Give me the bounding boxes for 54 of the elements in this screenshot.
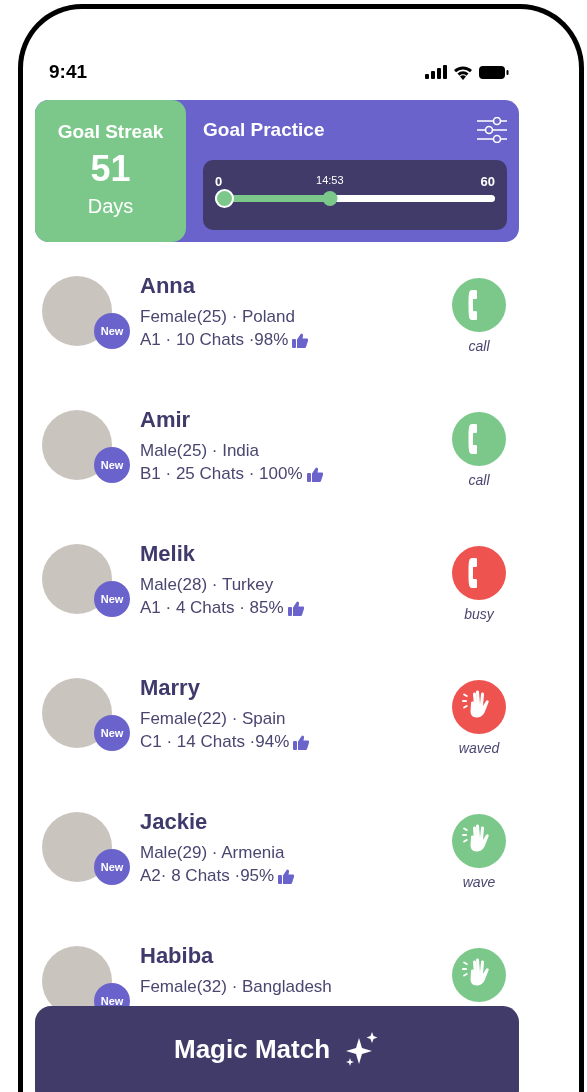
user-name[interactable]: Amir [140, 406, 439, 434]
action-label: wave [462, 873, 496, 892]
user-info: Female(32) · Bangladesh [140, 976, 333, 998]
user-stats: A1 · 10 Chats ·98% [140, 329, 289, 351]
wifi-icon [453, 64, 473, 80]
user-stats: A2· 8 Chats ·95% [140, 865, 275, 887]
user-name[interactable]: Anna [140, 272, 439, 300]
user-stats: B1 · 25 Chats · 100% [140, 463, 303, 485]
goal-practice-title: Goal Practice [203, 117, 325, 142]
new-badge: New [94, 447, 130, 483]
new-badge: New [94, 581, 130, 617]
slider-track[interactable] [215, 189, 495, 208]
user-name[interactable]: Marry [140, 674, 439, 702]
phone-icon[interactable] [452, 546, 506, 600]
action-label: call [468, 471, 490, 490]
thumbs-up-icon [278, 868, 295, 884]
user-info: Male(29) · Armenia [140, 842, 286, 864]
phone-icon[interactable] [452, 278, 506, 332]
slider-max: 60 [480, 173, 495, 191]
thumbs-up-icon [292, 332, 309, 348]
thumbs-up-icon [306, 466, 323, 482]
slider-min: 0 [215, 173, 223, 191]
slider-thumb[interactable] [322, 191, 338, 206]
thumbs-up-icon [293, 734, 310, 750]
signal-icon [425, 65, 447, 79]
status-time: 9:41 [49, 59, 88, 84]
thumbs-up-icon [287, 600, 304, 616]
action-label: call [468, 337, 490, 356]
battery-icon [479, 65, 509, 79]
streak-count: 51 [90, 146, 131, 191]
action-label: waved [458, 739, 500, 758]
user-info: Male(25) · India [140, 440, 261, 462]
user-name[interactable]: Melik [140, 540, 439, 568]
new-badge: New [94, 313, 130, 349]
waving-hand-icon[interactable] [452, 948, 506, 1002]
slider-value: 14:53 [316, 173, 344, 188]
user-info: Female(22) · Spain [140, 708, 287, 730]
user-stats: A1 · 4 Chats · 85% [140, 597, 284, 619]
phone-icon[interactable] [452, 412, 506, 466]
slider-start-handle[interactable] [215, 189, 234, 208]
user-name[interactable]: Habiba [140, 942, 439, 970]
settings-icon[interactable] [477, 117, 507, 143]
action-label: busy [464, 605, 494, 624]
user-name[interactable]: Jackie [140, 808, 439, 836]
streak-unit: Days [87, 193, 134, 219]
user-info: Male(28) · Turkey [140, 574, 275, 596]
goal-streak-title: Goal Streak [57, 120, 164, 144]
user-stats: C1 · 14 Chats ·94% [140, 731, 290, 753]
new-badge: New [94, 715, 130, 751]
new-badge: New [94, 849, 130, 885]
waving-hand-icon[interactable] [452, 814, 506, 868]
magic-match-button[interactable]: Magic Match [35, 1006, 519, 1092]
waving-hand-icon[interactable] [452, 680, 506, 734]
user-info: Female(25) · Poland [140, 306, 296, 328]
